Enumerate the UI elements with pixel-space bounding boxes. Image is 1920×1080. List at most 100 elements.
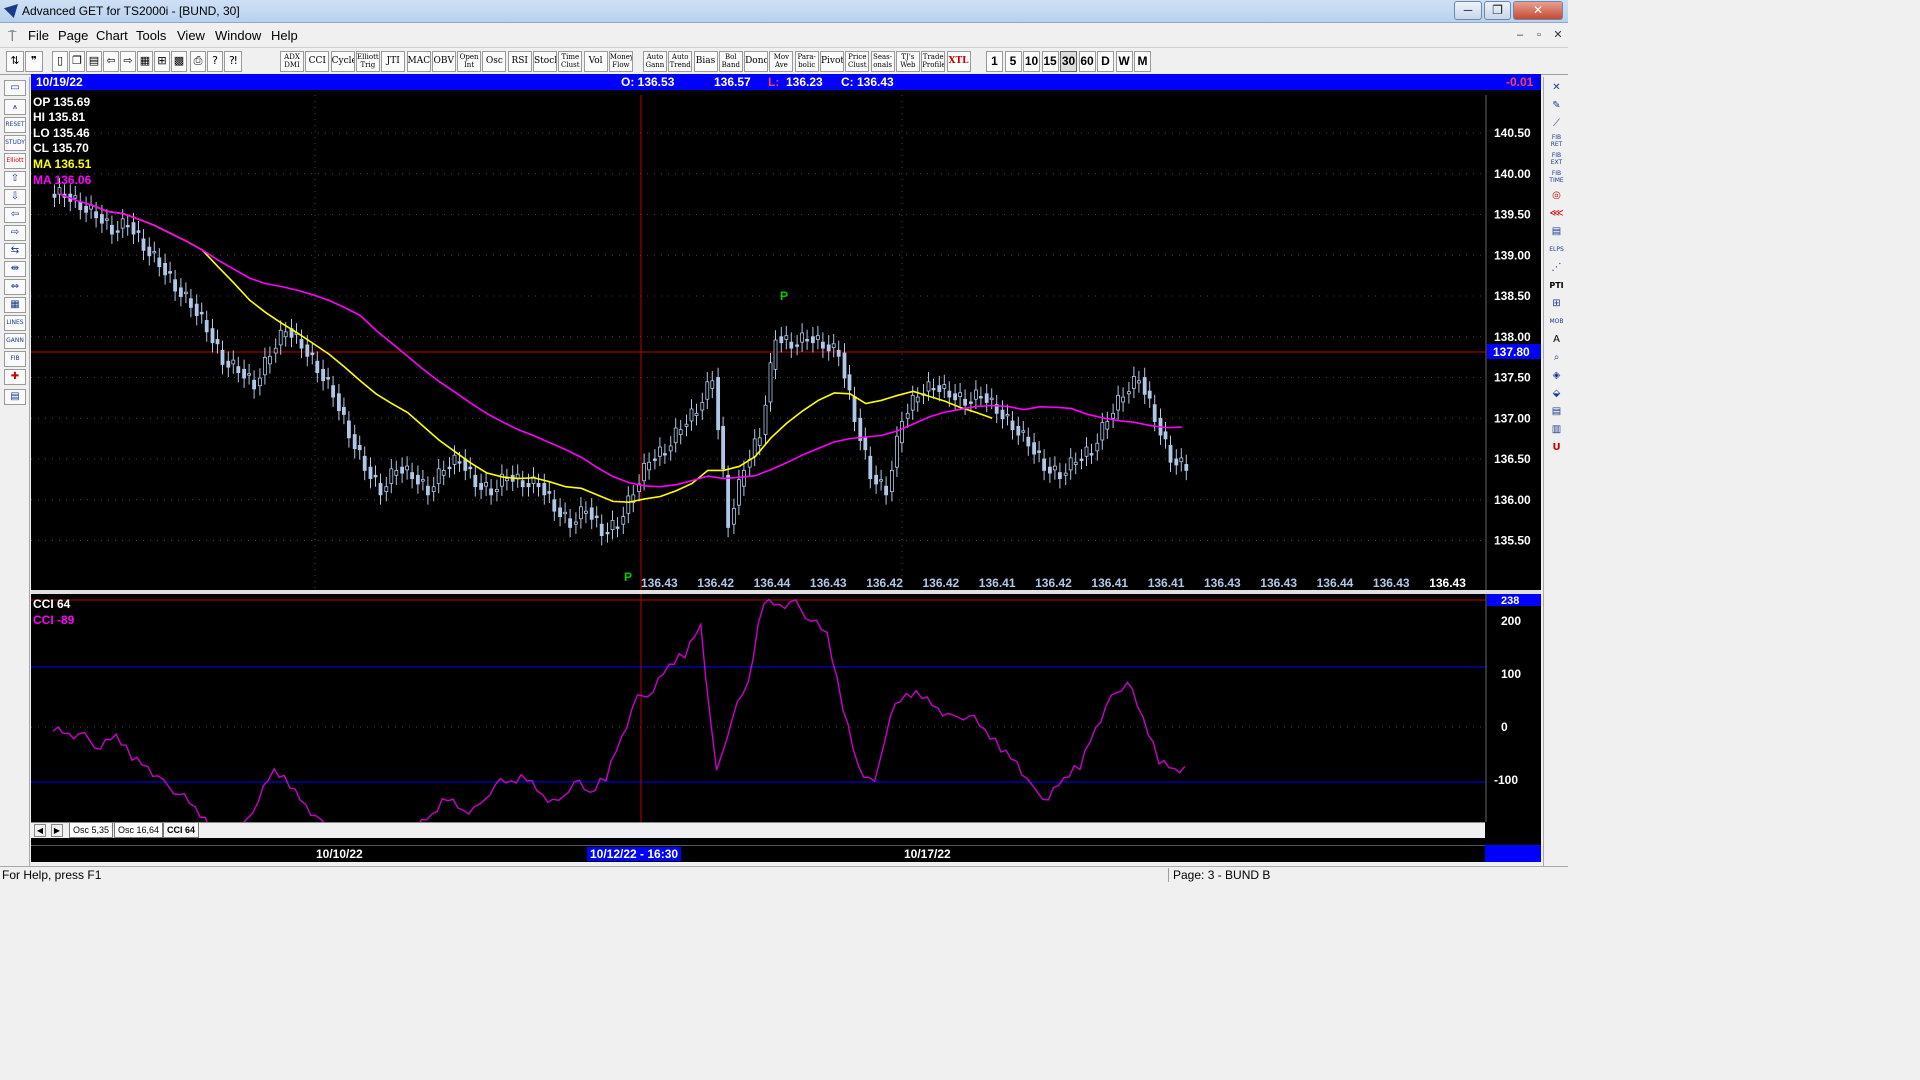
indicator-button-pivot[interactable]: Pivot [820,51,844,72]
print-icon[interactable]: ⎙ [190,51,206,72]
expand-icon[interactable]: ⇹ [4,261,26,277]
indicator-button-auto-gann[interactable]: Auto Gann [642,51,667,72]
arrow-up-icon[interactable]: ⇧ [4,171,26,187]
book-icon[interactable]: ▥ [1547,422,1566,438]
indicator-button-cci[interactable]: CCI [305,51,330,72]
arrow-down-icon[interactable]: ⇩ [4,189,26,205]
help-icon[interactable]: ? [207,51,223,72]
interval-button-d[interactable]: D [1097,51,1114,72]
indicator-button-bol-band[interactable]: Bol Band [718,51,743,72]
indicator-button-adx-dmi[interactable]: ADX DMI [280,51,304,72]
layout-icon[interactable]: ▦ [137,51,153,72]
document-icon[interactable]: ⍑ [8,28,16,45]
copy-icon[interactable]: ❐ [69,51,85,72]
tab-prev-icon[interactable]: ◀ [34,824,46,837]
grid-icon[interactable]: ⊞ [154,51,170,72]
crosshair-icon[interactable]: ✚ [4,369,26,385]
indicator-button-rsi[interactable]: RSI [507,51,532,72]
indicator-button-osc[interactable]: Osc [482,51,507,72]
menu-window[interactable]: Window [215,28,261,43]
interval-button-10[interactable]: 10 [1023,51,1040,72]
compress-icon[interactable]: ⇆ [4,243,26,259]
eraser-icon[interactable]: ◈ [1547,368,1566,384]
ellipse-icon[interactable]: ELPS [1547,242,1566,258]
text-tool-icon[interactable]: A [1547,332,1566,348]
chart-svg[interactable]: P P OP 135.69 HI 135.81 LO 135.46 CL 135… [31,90,1541,845]
indicator-button-xtl[interactable]: XTL [946,51,971,72]
study-icon[interactable]: STUDY [4,135,26,151]
tab-next-icon[interactable]: ▶ [51,824,63,837]
zoom-icon[interactable]: ⌕ [1547,350,1566,366]
fib-icon[interactable]: FIB [4,351,26,367]
menu-chart[interactable]: Chart [96,28,128,43]
list-icon[interactable]: ▤ [1547,404,1566,420]
arrow-left-icon[interactable]: ⇦ [4,207,26,223]
gann-icon[interactable]: GANN [4,333,26,349]
menu-page[interactable]: Page [58,28,88,43]
maximize-button[interactable]: ❐ [1484,1,1511,20]
fan-icon[interactable]: ⋘ [1547,206,1566,222]
menu-help[interactable]: Help [271,28,298,43]
arrow-right-icon[interactable]: ⇨ [4,225,26,241]
menu-file[interactable]: File [28,28,49,43]
close-tool-icon[interactable]: ✕ [1547,80,1566,96]
indicator-button-auto-trend[interactable]: Auto Trend [668,51,693,72]
menu-view[interactable]: View [177,28,205,43]
indicator-button-open-int[interactable]: Open Int [457,51,482,72]
indicator-button-donch[interactable]: Donch [744,51,769,72]
indicator-button-stoch[interactable]: Stoch [533,51,557,72]
table-icon[interactable]: ▦ [4,297,26,313]
indicator-button-para-bolic[interactable]: Para- bolic [794,51,819,72]
new-icon[interactable]: ▯ [52,51,68,72]
interval-button-15[interactable]: 15 [1041,51,1059,72]
undo-icon[interactable]: U [1547,440,1566,456]
indicator-button-obv[interactable]: OBV [431,51,456,72]
indicator-button-bias[interactable]: Bias [693,51,718,72]
interval-button-1[interactable]: 1 [986,51,1003,72]
pointer-tool-icon[interactable]: ⇅ [6,51,24,72]
minimize-button[interactable]: ─ [1454,1,1482,20]
whatsthis-icon[interactable]: ❞ [25,51,43,72]
mdi-restore-button[interactable]: ▫ [1531,28,1547,42]
context-help-icon[interactable]: ⁈ [224,51,242,72]
mdi-close-button[interactable]: ✕ [1550,28,1566,42]
indicator-button-trade-profile[interactable]: Trade Profile [921,51,946,72]
indicator-button-time-clust[interactable]: Time Clust [558,51,583,72]
folder-icon[interactable]: ▭ [4,80,26,96]
fib-ret-icon[interactable]: FIB RET [1547,134,1566,150]
tile-icon[interactable]: ▩ [171,51,187,72]
andrews-icon[interactable]: ⋰ [1547,260,1566,276]
indicator-button-macd[interactable]: MACD [406,51,431,72]
indicator-button-price-clust[interactable]: Price Clust [845,51,870,72]
interval-button-30[interactable]: 30 [1060,51,1077,72]
tab-osc-5-35[interactable]: Osc 5,35 [69,823,114,838]
tab-osc-16-64[interactable]: Osc 16,64 [114,823,164,838]
channel-icon[interactable]: ▤ [1547,224,1566,240]
elliott-icon[interactable]: Elliott [4,153,26,169]
line-icon[interactable]: ⟋ [1547,116,1566,132]
interval-button-m[interactable]: M [1134,51,1151,72]
reset-icon[interactable]: RESET [4,117,26,133]
marker-icon[interactable]: ⬙ [1547,386,1566,402]
fib-time-icon[interactable]: FIB TIME [1547,170,1566,186]
indicator-button-mov-ave[interactable]: Mov Ave [769,51,794,72]
stretch-icon[interactable]: ⇔ [4,279,26,295]
indicator-button-tj-s-web[interactable]: TJ's Web [895,51,920,72]
grid-tool-icon[interactable]: ⊞ [1547,296,1566,312]
indicator-button-jti[interactable]: JTI [381,51,406,72]
close-button[interactable]: ✕ [1513,1,1563,20]
interval-button-w[interactable]: W [1115,51,1133,72]
pencil-icon[interactable]: ✎ [1547,98,1566,114]
indicator-button-vol[interactable]: Vol [583,51,608,72]
interval-button-5[interactable]: 5 [1004,51,1022,72]
open-icon[interactable]: ▤ [86,51,102,72]
price-chart-area[interactable]: P P OP 135.69 HI 135.81 LO 135.46 CL 135… [31,90,1541,862]
mdi-minimize-button[interactable]: – [1512,28,1528,42]
menu-tools[interactable]: Tools [136,28,166,43]
interval-button-60[interactable]: 60 [1078,51,1096,72]
pti-icon[interactable]: PTI [1547,278,1566,294]
circle-icon[interactable]: ◎ [1547,188,1566,204]
page-icon[interactable]: ▤ [4,389,26,405]
indicator-button-cycles[interactable]: Cycles [330,51,355,72]
back-icon[interactable]: ⇦ [103,51,119,72]
